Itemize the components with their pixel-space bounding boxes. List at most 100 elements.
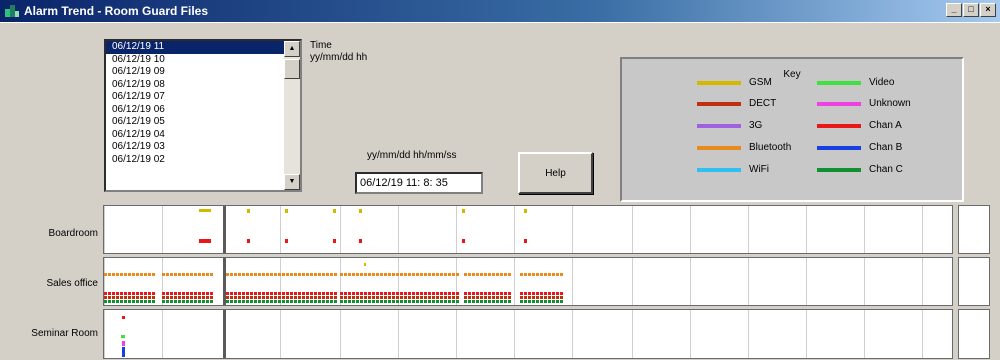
alarm-mark [202,296,205,299]
alarm-mark [246,296,249,299]
scroll-up-icon[interactable]: ▲ [284,41,300,57]
alarm-mark [120,292,123,295]
help-button[interactable]: Help [518,152,593,194]
alarm-mark [540,296,543,299]
scrollbar[interactable]: ▲ ▼ [284,41,300,190]
alarm-mark [144,300,147,303]
alarm-mark [186,292,189,295]
grid-line [864,206,865,253]
alarm-mark [144,273,147,276]
timeline-boardroom[interactable] [103,205,953,254]
time-cursor[interactable] [223,206,226,253]
alarm-mark [250,296,253,299]
timeline-sales-office[interactable] [103,257,953,306]
time-cursor[interactable] [223,310,226,358]
alarm-mark [384,300,387,303]
key-label: 3G [749,120,763,131]
alarm-mark [472,273,475,276]
alarm-mark [560,300,563,303]
alarm-mark [152,273,155,276]
scroll-down-icon[interactable]: ▼ [284,174,300,190]
time-listbox[interactable]: 06/12/19 11 06/12/19 10 06/12/19 09 06/12/1… [104,39,302,192]
timeline-seminar-room[interactable] [103,309,953,359]
alarm-mark [310,292,313,295]
alarm-mark [318,300,321,303]
time-list-item[interactable]: 06/12/19 08 [106,79,284,92]
alarm-mark [548,273,551,276]
time-list-item[interactable]: 06/12/19 10 [106,54,284,67]
alarm-mark [400,300,403,303]
alarm-mark [226,296,229,299]
alarm-mark [532,273,535,276]
alarm-mark [250,292,253,295]
alarm-mark [330,296,333,299]
alarm-mark [120,296,123,299]
alarm-mark [108,273,111,276]
key-entry-chan-a: Chan A [817,120,902,131]
alarm-mark [124,296,127,299]
alarm-mark [556,292,559,295]
alarm-mark [424,292,427,295]
alarm-mark [166,296,169,299]
time-list-item[interactable]: 06/12/19 09 [106,66,284,79]
alarm-mark [420,273,423,276]
alarm-mark [496,296,499,299]
time-list-item[interactable]: 06/12/19 06 [106,104,284,117]
minimize-button[interactable]: _ [946,3,962,17]
alarm-mark [278,300,281,303]
alarm-mark [432,292,435,295]
time-list-item[interactable]: 06/12/19 05 [106,116,284,129]
alarm-mark [532,296,535,299]
scroll-thumb[interactable] [284,59,300,79]
alarm-mark [524,239,527,243]
alarm-mark [462,239,465,243]
maximize-button[interactable]: □ [963,3,979,17]
alarm-mark [132,292,135,295]
alarm-mark [544,300,547,303]
alarm-mark [333,239,336,243]
alarm-mark [128,296,131,299]
time-list-item[interactable]: 06/12/19 04 [106,129,284,142]
alarm-mark [364,263,366,266]
time-list-item[interactable]: 06/12/19 11 [106,41,284,54]
alarm-mark [174,296,177,299]
key-entry-wifi: WiFi [697,164,769,175]
time-list-item[interactable]: 06/12/19 07 [106,91,284,104]
alarm-mark [202,300,205,303]
alarm-mark [548,300,551,303]
alarm-mark [444,292,447,295]
key-label: WiFi [749,164,769,175]
alarm-mark [504,300,507,303]
alarm-mark [356,273,359,276]
alarm-mark [364,296,367,299]
alarm-mark [186,273,189,276]
time-list-item[interactable]: 06/12/19 03 [106,141,284,154]
alarm-mark [428,273,431,276]
alarm-mark [140,296,143,299]
key-swatch [697,145,741,150]
alarm-mark [388,296,391,299]
alarm-mark [322,300,325,303]
alarm-mark [360,273,363,276]
alarm-mark [250,300,253,303]
alarm-mark [440,273,443,276]
alarm-mark [428,300,431,303]
alarm-mark [472,296,475,299]
alarm-mark [148,292,151,295]
datetime-field[interactable]: 06/12/19 11: 8: 35 [355,172,483,194]
alarm-mark [488,300,491,303]
alarm-mark [306,273,309,276]
key-swatch [817,80,861,85]
key-swatch [817,167,861,172]
alarm-mark [456,296,459,299]
alarm-mark [424,296,427,299]
alarm-mark [428,292,431,295]
close-button[interactable]: × [980,3,996,17]
time-list-item[interactable]: 06/12/19 02 [106,154,284,167]
alarm-mark [294,300,297,303]
alarm-mark [314,296,317,299]
grid-line [104,310,105,358]
alarm-mark [282,292,285,295]
alarm-mark [528,273,531,276]
alarm-mark [552,292,555,295]
